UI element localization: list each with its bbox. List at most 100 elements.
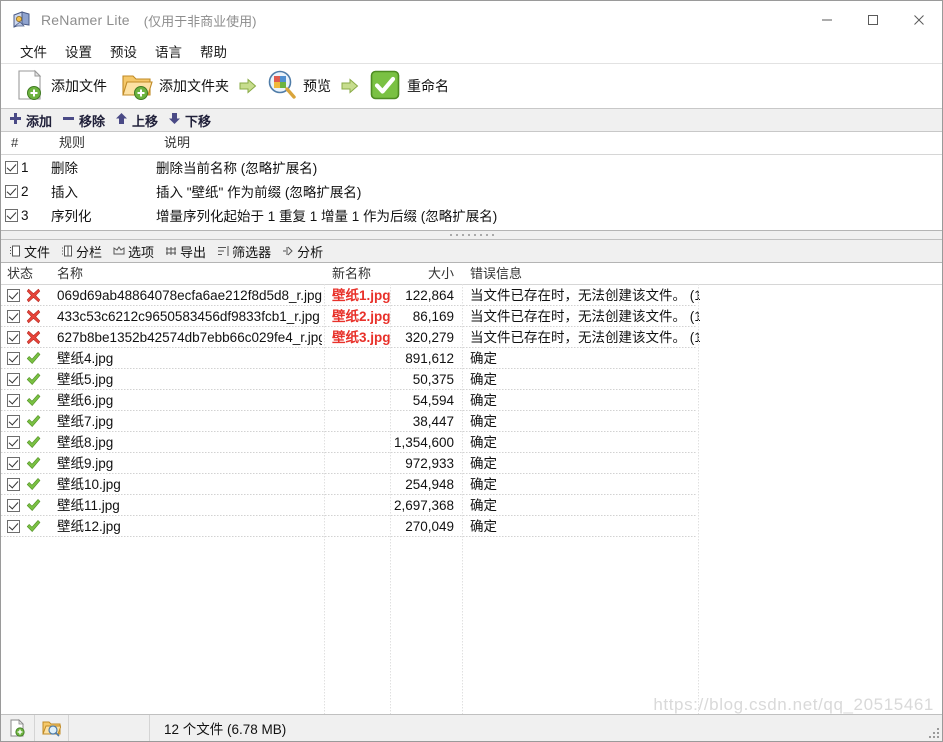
panel-splitter[interactable] bbox=[1, 231, 942, 240]
tab-options-label: 选项 bbox=[128, 244, 155, 260]
rule-name: 删除 bbox=[51, 161, 78, 176]
table-row[interactable]: 壁纸11.jpg 2,697,368 确定 bbox=[1, 495, 942, 516]
row-error: 确定 bbox=[470, 372, 497, 387]
maximize-button[interactable] bbox=[850, 1, 896, 39]
tab-options[interactable]: 选项 bbox=[109, 241, 160, 262]
row-checkbox[interactable] bbox=[7, 285, 25, 306]
minus-icon bbox=[62, 112, 75, 128]
row-checkbox[interactable] bbox=[7, 369, 25, 390]
rules-header-num[interactable]: # bbox=[1, 132, 49, 154]
menu-settings[interactable]: 设置 bbox=[56, 39, 101, 63]
row-size: 270,049 bbox=[405, 519, 454, 534]
table-row[interactable]: 壁纸6.jpg 54,594 确定 bbox=[1, 390, 942, 411]
row-name: 壁纸6.jpg bbox=[57, 393, 114, 408]
rule-checkbox[interactable] bbox=[1, 208, 21, 222]
row-error: 确定 bbox=[470, 351, 497, 366]
row-new-name bbox=[332, 432, 390, 453]
rule-remove-button[interactable]: 移除 bbox=[60, 110, 111, 131]
rule-row[interactable]: 3 序列化 增量序列化起始于 1 重复 1 增量 1 作为后缀 (忽略扩展名) bbox=[1, 203, 942, 227]
row-size: 86,169 bbox=[412, 309, 454, 324]
row-new-name: 壁纸1.jpg bbox=[332, 288, 390, 303]
rule-row[interactable]: 2 插入 插入 "壁纸" 作为前缀 (忽略扩展名) bbox=[1, 179, 942, 203]
row-new-name bbox=[332, 390, 390, 411]
status-add-file-button[interactable] bbox=[1, 715, 35, 741]
col-header-newname[interactable]: 新名称 bbox=[324, 263, 390, 284]
status-bar: 12 个文件 (6.78 MB) bbox=[1, 714, 942, 741]
rule-movedown-button[interactable]: 下移 bbox=[166, 110, 217, 131]
table-row[interactable]: 壁纸12.jpg 270,049 确定 bbox=[1, 516, 942, 537]
col-header-status[interactable]: 状态 bbox=[1, 263, 49, 284]
arrow-right-icon-1 bbox=[237, 78, 259, 94]
rules-header-rule[interactable]: 规则 bbox=[49, 132, 154, 154]
table-row[interactable]: 壁纸7.jpg 38,447 确定 bbox=[1, 411, 942, 432]
table-row[interactable]: 627b8be1352b42574db7ebb66c029fe4_r.jpg 壁纸… bbox=[1, 327, 942, 348]
row-checkbox[interactable] bbox=[7, 474, 25, 495]
table-row[interactable]: 壁纸4.jpg 891,612 确定 bbox=[1, 348, 942, 369]
row-size: 320,279 bbox=[405, 330, 454, 345]
col-header-error[interactable]: 错误信息 bbox=[462, 263, 698, 284]
row-error: 确定 bbox=[470, 414, 497, 429]
col-header-size[interactable]: 大小 bbox=[390, 263, 462, 284]
close-icon bbox=[914, 15, 924, 25]
rule-add-button[interactable]: 添加 bbox=[7, 110, 58, 131]
ok-check-icon bbox=[26, 516, 44, 537]
minimize-button[interactable] bbox=[804, 1, 850, 39]
rename-button[interactable]: 重命名 bbox=[363, 66, 455, 107]
status-browse-folder-button[interactable] bbox=[35, 715, 69, 741]
row-checkbox[interactable] bbox=[7, 390, 25, 411]
options-icon bbox=[112, 245, 125, 258]
rules-panel: # 规则 说明 1 删除 删除当前名称 (忽略扩展名) 2 插入 插入 "壁纸" 作为前缀… bbox=[1, 132, 942, 231]
table-row[interactable]: 壁纸8.jpg 1,354,600 确定 bbox=[1, 432, 942, 453]
table-row[interactable]: 壁纸9.jpg 972,933 确定 bbox=[1, 453, 942, 474]
row-name: 壁纸8.jpg bbox=[57, 435, 114, 450]
row-checkbox[interactable] bbox=[7, 495, 25, 516]
tab-columns[interactable]: 分栏 bbox=[57, 241, 108, 262]
table-row[interactable]: 433c53c6212c9650583456df9833fcb1_r.jpg 壁纸… bbox=[1, 306, 942, 327]
rule-moveup-button[interactable]: 上移 bbox=[113, 110, 164, 131]
menu-language[interactable]: 语言 bbox=[146, 39, 191, 63]
tab-export-label: 导出 bbox=[180, 244, 207, 260]
preview-button[interactable]: 预览 bbox=[261, 66, 337, 107]
tab-filter[interactable]: 筛选器 bbox=[213, 241, 277, 262]
row-checkbox[interactable] bbox=[7, 327, 25, 348]
rule-checkbox[interactable] bbox=[1, 160, 21, 174]
rule-description: 删除当前名称 (忽略扩展名) bbox=[156, 161, 318, 176]
resize-grip[interactable] bbox=[927, 726, 939, 738]
menu-bar: 文件 设置 预设 语言 帮助 bbox=[1, 39, 942, 63]
row-checkbox[interactable] bbox=[7, 306, 25, 327]
tab-export[interactable]: 导出 bbox=[161, 241, 212, 262]
add-files-button[interactable]: 添加文件 bbox=[9, 66, 113, 107]
row-checkbox[interactable] bbox=[7, 348, 25, 369]
add-folder-button[interactable]: 添加文件夹 bbox=[115, 66, 235, 107]
menu-help[interactable]: 帮助 bbox=[191, 39, 236, 63]
table-row[interactable]: 壁纸5.jpg 50,375 确定 bbox=[1, 369, 942, 390]
renamer-window: ReNamer Lite (仅用于非商业使用) 文件 设置 预设 语言 帮助 添… bbox=[0, 0, 943, 742]
col-header-name[interactable]: 名称 bbox=[49, 263, 324, 284]
table-row[interactable]: 069d69ab48864078ecfa6ae212f8d5d8_r.jpg 壁纸… bbox=[1, 285, 942, 306]
menu-file[interactable]: 文件 bbox=[11, 39, 56, 63]
row-checkbox[interactable] bbox=[7, 453, 25, 474]
rule-row[interactable]: 1 删除 删除当前名称 (忽略扩展名) bbox=[1, 155, 942, 179]
rule-add-label: 添加 bbox=[26, 113, 53, 129]
row-new-name bbox=[332, 516, 390, 537]
ok-check-icon bbox=[26, 348, 44, 369]
row-new-name bbox=[332, 474, 390, 495]
table-row[interactable]: 壁纸10.jpg 254,948 确定 bbox=[1, 474, 942, 495]
rule-checkbox[interactable] bbox=[1, 184, 21, 198]
preview-label: 预览 bbox=[303, 78, 331, 94]
menu-presets[interactable]: 预设 bbox=[101, 39, 146, 63]
row-error: 确定 bbox=[470, 498, 497, 513]
row-name: 壁纸12.jpg bbox=[57, 519, 121, 534]
row-checkbox[interactable] bbox=[7, 432, 25, 453]
rules-header-desc[interactable]: 说明 bbox=[154, 132, 859, 154]
tab-analyze[interactable]: 分析 bbox=[278, 241, 329, 262]
error-x-icon bbox=[26, 285, 44, 306]
tab-filter-label: 筛选器 bbox=[232, 244, 272, 260]
row-name: 627b8be1352b42574db7ebb66c029fe4_r.jpg bbox=[57, 330, 322, 345]
row-checkbox[interactable] bbox=[7, 411, 25, 432]
close-button[interactable] bbox=[896, 1, 942, 39]
rule-description: 插入 "壁纸" 作为前缀 (忽略扩展名) bbox=[156, 185, 362, 200]
tab-files[interactable]: 文件 bbox=[5, 241, 56, 262]
row-size: 1,354,600 bbox=[393, 435, 454, 450]
row-checkbox[interactable] bbox=[7, 516, 25, 537]
